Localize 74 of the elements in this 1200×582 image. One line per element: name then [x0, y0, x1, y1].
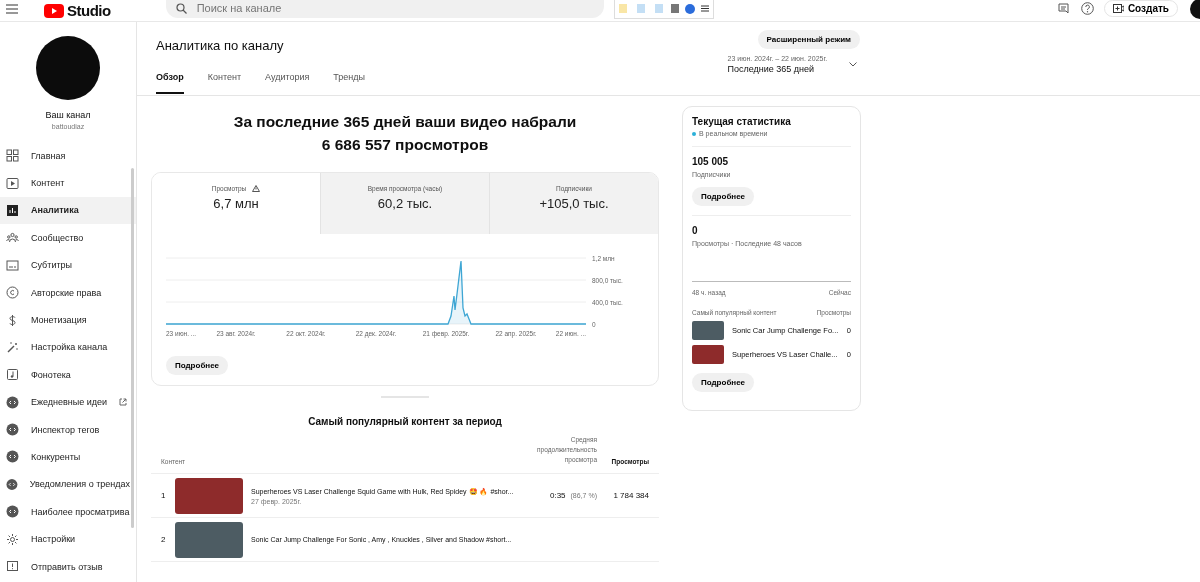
video-thumbnail[interactable]	[692, 321, 724, 340]
search-field[interactable]: Поиск на канале	[165, 0, 604, 18]
metric-value: 60,2 тыс.	[377, 196, 433, 211]
play-box-icon	[6, 176, 19, 190]
code-circle-icon	[6, 450, 19, 464]
code-circle-icon	[6, 423, 19, 437]
bar-chart-icon	[6, 203, 19, 217]
live-dot-icon	[692, 131, 696, 136]
sidebar-item[interactable]: Контент	[0, 169, 136, 197]
section-title: Самый популярный контент за период	[308, 416, 502, 427]
sidebar-item[interactable]: Инспектор тегов	[0, 415, 136, 444]
dollar-icon	[6, 313, 19, 327]
scrollbar[interactable]	[131, 168, 134, 528]
play-logo-icon	[44, 3, 64, 18]
music-note-icon	[6, 368, 19, 382]
stats-icon	[618, 2, 679, 15]
add-video-icon	[1112, 4, 1124, 13]
code-circle-icon	[6, 395, 19, 409]
menu-icon[interactable]	[700, 5, 709, 12]
tab[interactable]: Аудитория	[265, 72, 310, 94]
search-icon	[175, 2, 187, 14]
sidebar-item[interactable]: Конкуренты	[0, 443, 136, 471]
sidebar-item[interactable]: Авторские права	[0, 278, 136, 307]
chevron-down-icon	[849, 62, 858, 67]
details-button[interactable]: Подробнее	[692, 373, 755, 392]
rank: 1	[161, 491, 167, 500]
settings-icon	[6, 532, 19, 546]
views-count: 0	[692, 225, 699, 236]
sidebar-item[interactable]: Сообщество	[0, 224, 136, 252]
feedback-icon	[6, 560, 19, 574]
advanced-mode-button[interactable]: Расширенный режим	[757, 30, 860, 49]
sidebar-item[interactable]: Фонотека	[0, 361, 136, 389]
sidebar-item[interactable]: Настройка канала	[0, 333, 136, 362]
logo-text: Studio	[67, 2, 111, 19]
sidebar-item[interactable]: Главная	[0, 142, 136, 170]
page-title: Аналитика по каналу	[156, 37, 285, 53]
sidebar-item[interactable]: Монетизация	[0, 306, 136, 334]
summary-headline: За последние 365 дней ваши видео набрали 6 686 557 просмотров	[233, 112, 577, 155]
copyright-icon	[6, 286, 19, 300]
channel-label: Ваш канал	[45, 110, 91, 120]
subtitles-icon	[6, 258, 19, 272]
code-circle-icon	[6, 505, 19, 519]
views-count: 1 784 384	[613, 491, 649, 500]
video-thumbnail[interactable]	[692, 345, 724, 364]
rank: 2	[161, 535, 167, 544]
magic-wand-icon	[6, 340, 19, 354]
create-button[interactable]: Создать	[1103, 0, 1178, 17]
subscriber-count: 105 005	[692, 156, 730, 167]
avg-duration: 0:35	[549, 491, 566, 500]
sidebar-item[interactable]: Уведомления о трендах	[0, 470, 136, 499]
sidebar-item[interactable]: Аналитика	[0, 196, 136, 225]
metric-value: +105,0 тыс.	[539, 196, 609, 211]
sidebar-item[interactable]: Отправить отзыв	[0, 552, 136, 581]
dashboard-icon	[6, 149, 19, 163]
help-icon[interactable]	[1080, 2, 1094, 15]
metric-value: 6,7 млн	[213, 196, 259, 211]
people-icon	[6, 231, 19, 245]
tab[interactable]: Контент	[207, 72, 242, 94]
card-title: Текущая статистика	[692, 116, 792, 127]
details-button[interactable]: Подробнее	[692, 187, 755, 206]
sidebar-item[interactable]: Настройки	[0, 525, 136, 553]
sidebar-item[interactable]: Наиболее просматрива	[0, 498, 136, 526]
tab[interactable]: Тренды	[333, 72, 366, 94]
video-thumbnail[interactable]	[175, 521, 243, 558]
video-thumbnail[interactable]	[175, 477, 243, 514]
period-label: Последние 365 дней	[727, 64, 816, 74]
circle-icon	[684, 3, 695, 14]
tab[interactable]: Обзор	[156, 72, 184, 94]
details-button[interactable]: Подробнее	[166, 356, 229, 375]
code-circle-icon	[6, 477, 18, 491]
feedback-icon[interactable]	[1057, 2, 1069, 15]
sidebar-item[interactable]: Субтитры	[0, 251, 136, 279]
sidebar-item[interactable]: Ежедневные идеи	[0, 388, 136, 416]
extension-widget[interactable]	[613, 0, 714, 19]
